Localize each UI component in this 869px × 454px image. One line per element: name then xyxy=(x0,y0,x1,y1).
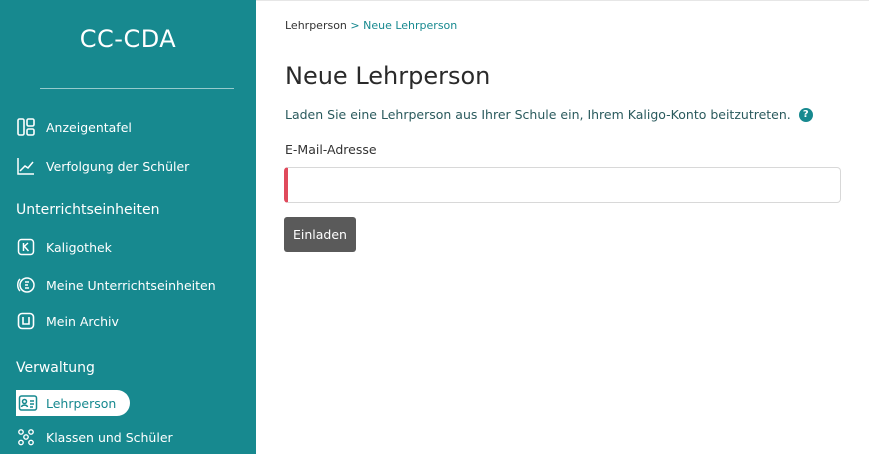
sidebar-item-label: Klassen und Schüler xyxy=(46,429,173,445)
section-title-admin: Verwaltung xyxy=(16,360,95,376)
group-icon xyxy=(16,427,36,447)
email-label: E-Mail-Adresse xyxy=(285,142,377,157)
chart-line-icon xyxy=(16,156,36,176)
dashboard-icon xyxy=(16,117,36,137)
sidebar-item-kaligothek[interactable]: Kaligothek xyxy=(16,233,112,261)
sidebar-item-label: Mein Archiv xyxy=(46,313,119,329)
id-card-icon xyxy=(18,393,38,413)
intro-text: Laden Sie eine Lehrperson aus Ihrer Schu… xyxy=(285,107,813,122)
section-title-units: Unterrichtseinheiten xyxy=(16,202,160,218)
sidebar-item-verfolgung[interactable]: Verfolgung der Schüler xyxy=(16,152,189,180)
intro-text-content: Laden Sie eine Lehrperson aus Ihrer Schu… xyxy=(285,107,791,122)
page-title: Neue Lehrperson xyxy=(285,62,491,90)
sidebar-item-lehrperson[interactable]: Lehrperson xyxy=(16,390,131,416)
breadcrumb: Lehrperson > Neue Lehrperson xyxy=(285,19,457,32)
breadcrumb-parent-link[interactable]: Lehrperson xyxy=(285,19,347,32)
units-icon xyxy=(16,275,36,295)
sidebar-item-klassen[interactable]: Klassen und Schüler xyxy=(16,423,173,451)
email-input[interactable] xyxy=(284,167,841,203)
sidebar-item-anzeigentafel[interactable]: Anzeigentafel xyxy=(16,113,132,141)
main-content: Lehrperson > Neue Lehrperson Neue Lehrpe… xyxy=(256,0,869,454)
sidebar-item-label: Lehrperson xyxy=(46,395,117,411)
archive-icon xyxy=(16,311,36,331)
breadcrumb-separator: > xyxy=(346,19,364,32)
sidebar-item-mein-archiv[interactable]: Mein Archiv xyxy=(16,307,119,335)
kaligothek-icon xyxy=(16,237,36,257)
sidebar: CC-CDA Anzeigentafel Verfolgung der Schü… xyxy=(0,0,256,454)
brand-logo[interactable]: CC-CDA xyxy=(0,25,256,53)
breadcrumb-current: Neue Lehrperson xyxy=(363,19,458,32)
invite-button[interactable]: Einladen xyxy=(284,217,356,252)
sidebar-item-label: Anzeigentafel xyxy=(46,119,132,135)
sidebar-item-label: Verfolgung der Schüler xyxy=(46,158,190,174)
sidebar-item-label: Meine Unterrichtseinheiten xyxy=(46,277,216,293)
help-icon[interactable]: ? xyxy=(798,107,813,122)
sidebar-item-label: Kaligothek xyxy=(46,239,112,255)
brand-divider xyxy=(40,88,234,89)
sidebar-item-meine-unterrichtseinheiten[interactable]: Meine Unterrichtseinheiten xyxy=(16,271,216,299)
